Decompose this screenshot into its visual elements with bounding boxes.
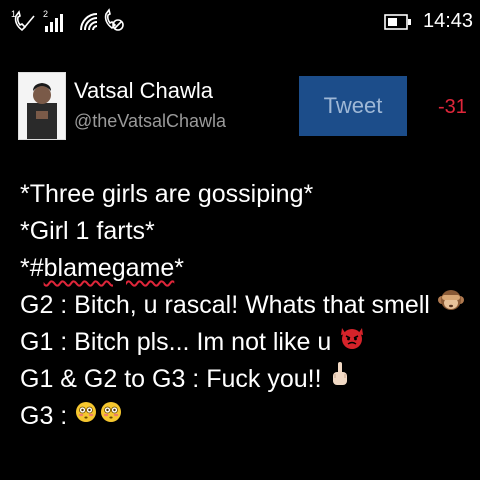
- compose-line-text: *Girl 1 farts*: [20, 217, 155, 245]
- compose-line-prefix: *#: [20, 254, 44, 282]
- see-no-evil-monkey-icon: [437, 287, 464, 324]
- compose-line-text: G1 : Bitch pls... Im not like u: [20, 328, 332, 356]
- middle-finger-icon: [330, 360, 350, 399]
- author-handle: @theVatsalChawla: [74, 111, 227, 131]
- angry-devil-icon: [339, 324, 365, 361]
- tweet-button[interactable]: Tweet: [299, 76, 407, 136]
- compose-line: *Girl 1 farts*: [20, 213, 470, 250]
- compose-line: G3 :: [20, 398, 470, 435]
- battery-icon: [384, 14, 412, 35]
- author-name: Vatsal Chawla: [74, 78, 213, 103]
- compose-line: *# blamegame *: [20, 250, 470, 287]
- flushed-face-icon: [75, 398, 123, 435]
- tweet-compose-text[interactable]: *Three girls are gossiping* *Girl 1 fart…: [20, 176, 470, 435]
- call-forwarding-icon: [102, 8, 126, 39]
- compose-line: *Three girls are gossiping*: [20, 176, 470, 213]
- compose-line: G2 : Bitch, u rascal! Whats that smell: [20, 287, 470, 324]
- compose-line: G1 : Bitch pls... Im not like u: [20, 324, 470, 361]
- compose-line-text: *Three girls are gossiping*: [20, 180, 314, 208]
- sim2-signal-icon: 2: [42, 8, 70, 39]
- compose-line-text: G2 : Bitch, u rascal! Whats that smell: [20, 291, 430, 319]
- sim1-call-icon: 1: [10, 8, 38, 39]
- wifi-icon: [78, 8, 100, 39]
- compose-line: G1 & G2 to G3 : Fuck you!!: [20, 361, 470, 398]
- spellcheck-hashtag[interactable]: blamegame: [44, 250, 175, 287]
- sim2-index: 2: [43, 9, 48, 19]
- compose-line-text: G1 & G2 to G3 : Fuck you!!: [20, 365, 322, 393]
- tweet-button-label: Tweet: [323, 93, 383, 118]
- status-bar: 1 2 14:43: [0, 0, 480, 44]
- character-counter: -31: [438, 96, 467, 118]
- compose-line-text: G3 :: [20, 402, 68, 430]
- avatar[interactable]: [18, 72, 66, 140]
- clock: 14:43: [423, 10, 474, 32]
- compose-line-suffix: *: [174, 254, 185, 282]
